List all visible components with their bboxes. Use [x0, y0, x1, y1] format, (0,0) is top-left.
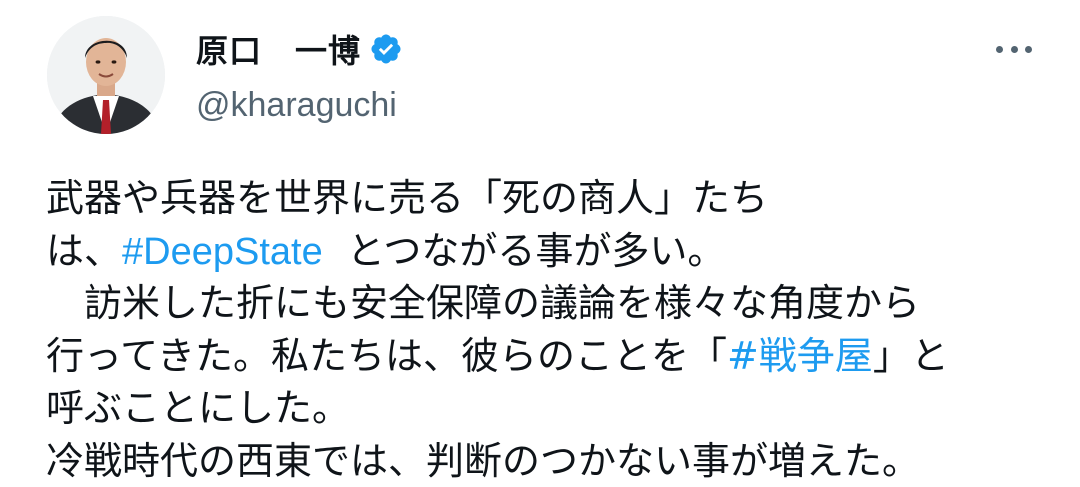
dot: [1010, 45, 1018, 53]
user-handle[interactable]: @kharaguchi: [196, 86, 403, 125]
text-span: は、: [46, 228, 123, 273]
text-span: 行ってきた。私たちは、彼らのことを「: [46, 333, 727, 378]
display-name[interactable]: 原口 一博: [196, 26, 361, 72]
hashtag-link[interactable]: #DeepState: [122, 231, 323, 273]
tweet-line: 冷戦時代の西東では、判断のつかない事が増えた。: [46, 435, 1056, 487]
text-span: 」と: [872, 333, 949, 378]
avatar[interactable]: [47, 16, 165, 134]
text-span: 訪米した折にも安全保障の議論を様々な角度から: [46, 281, 921, 325]
tweet-card: 原口 一博 @kharaguchi 武器や兵器を世界に売る「死の商人」たち は、…: [0, 0, 1080, 487]
profile-photo-icon: [47, 16, 165, 134]
hashtag-link[interactable]: #戦争屋: [727, 334, 873, 378]
text-span: 武器や兵器を世界に売る「死の商人」たち: [46, 176, 769, 220]
tweet-line: 行ってきた。私たちは、彼らのことを「#戦争屋」と: [46, 330, 1056, 383]
tweet-text: 武器や兵器を世界に売る「死の商人」たち は、#DeepState とつながる事が…: [46, 172, 1056, 487]
dot: [1025, 45, 1032, 53]
author-header: 原口 一博 @kharaguchi: [196, 24, 403, 125]
text-span: 呼ぶことにした。: [46, 386, 351, 430]
text-span: 冷戦時代の西東では、判断のつかない事が増えた。: [46, 438, 921, 483]
text-span: とつながる事が多い。: [322, 228, 726, 273]
tweet-line: は、#DeepState とつながる事が多い。: [46, 225, 1056, 278]
tweet-line: 武器や兵器を世界に売る「死の商人」たち: [46, 172, 1056, 225]
dot: [996, 45, 1003, 53]
verified-badge-icon: [369, 32, 403, 66]
tweet-line: 呼ぶことにした。: [46, 382, 1056, 435]
name-row: 原口 一博: [196, 24, 403, 74]
more-options-icon[interactable]: [996, 34, 1032, 64]
tweet-line: 訪米した折にも安全保障の議論を様々な角度から: [46, 277, 1056, 330]
